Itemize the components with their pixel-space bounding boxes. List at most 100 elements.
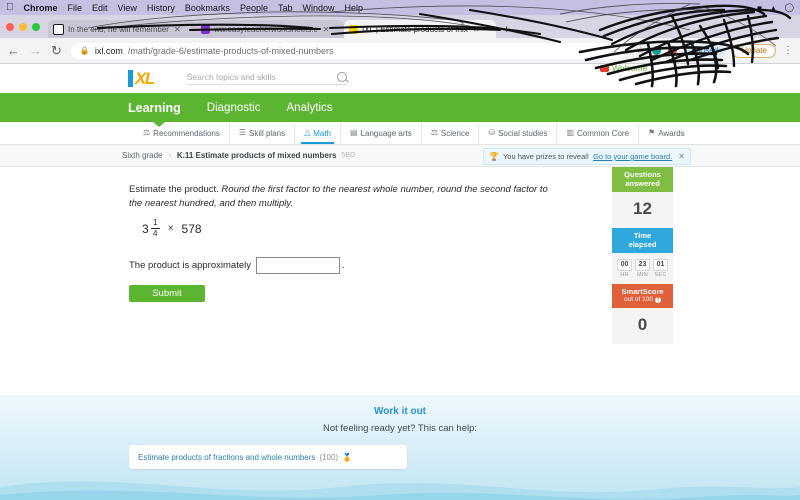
subnav-item-common-core[interactable]: ▥ Common Core bbox=[557, 122, 640, 144]
subnav-label-social-studies: Social studies bbox=[498, 128, 548, 138]
close-tab-1-icon[interactable]: ✕ bbox=[174, 25, 181, 34]
subnav-item-science[interactable]: ⚖ Science bbox=[422, 122, 480, 144]
awards-icon: ⚑ bbox=[648, 128, 656, 137]
clock-status[interactable]: ◯ bbox=[784, 2, 794, 13]
smartscore-info-icon[interactable]: ? bbox=[654, 297, 661, 304]
purple-favicon-icon bbox=[201, 24, 210, 34]
smartscore-subtitle: out of 100 bbox=[624, 296, 653, 304]
menu-item-history[interactable]: History bbox=[147, 3, 175, 13]
paused-badge[interactable]: Paused bbox=[684, 44, 726, 57]
recommendations-icon: ⚖ bbox=[143, 128, 151, 137]
subnav-item-awards[interactable]: ⚑ Awards bbox=[639, 122, 694, 144]
subnav-item-skill-plans[interactable]: ☰ Skill plans bbox=[230, 122, 296, 144]
not-ready-text: Not feeling ready yet? This can help: bbox=[322, 423, 478, 434]
screenshot-root:  Chrome File Edit View History Bookmark… bbox=[0, 0, 800, 500]
back-arrow-icon[interactable]: ← bbox=[7, 44, 20, 57]
close-tab-3-icon[interactable]: ✕ bbox=[473, 25, 480, 34]
update-button[interactable]: Update bbox=[732, 43, 776, 58]
lock-icon: 🔒 bbox=[79, 46, 90, 55]
time-elapsed-header-line2: elapsed bbox=[628, 240, 657, 250]
prize-banner: 🏆 You have prizes to reveal! Go to your … bbox=[483, 148, 691, 165]
close-tab-2-icon[interactable]: ✕ bbox=[323, 25, 330, 34]
apple-icon[interactable]:  bbox=[6, 2, 14, 13]
subnav-label-skill-plans: Skill plans bbox=[249, 128, 286, 138]
minimize-window-button[interactable] bbox=[19, 23, 27, 31]
answer-input[interactable] bbox=[255, 257, 340, 274]
answer-period: . bbox=[341, 260, 345, 271]
address-bar[interactable]: 🔒 ixl.com/math/grade-6/estimate-products… bbox=[70, 42, 628, 59]
fraction-numerator: 1 bbox=[152, 218, 158, 227]
wifi-icon[interactable]: ▲ bbox=[769, 3, 777, 13]
breadcrumb-grade[interactable]: Sixth grade bbox=[122, 151, 162, 160]
menu-item-edit[interactable]: Edit bbox=[92, 3, 108, 13]
science-icon: ⚖ bbox=[430, 128, 438, 137]
menu-item-file[interactable]: File bbox=[68, 3, 83, 13]
subnav-item-math[interactable]: △ Math bbox=[295, 122, 342, 144]
question-prompt-plain: Estimate the product. bbox=[129, 184, 219, 195]
menu-item-bookmarks[interactable]: Bookmarks bbox=[185, 3, 230, 13]
maximize-window-button[interactable] bbox=[32, 23, 40, 31]
extension-icon-1[interactable] bbox=[652, 46, 662, 55]
prize-banner-link[interactable]: Go to your game board. bbox=[593, 152, 672, 161]
questions-answered-header: Questions answered bbox=[612, 167, 673, 192]
browser-tab-3[interactable]: IXL | Estimate products of mix ✕ bbox=[344, 20, 496, 38]
window-controls[interactable] bbox=[6, 23, 48, 38]
skill-plans-icon: ☰ bbox=[238, 128, 247, 137]
new-tab-button[interactable]: + bbox=[496, 22, 517, 38]
questions-answered-header-line1: Questions bbox=[624, 170, 661, 179]
clock-hours-value: 00 bbox=[617, 258, 632, 271]
bookmark-star-icon[interactable]: ☆ bbox=[636, 45, 645, 56]
browser-tab-1-title: In the end, he will remember bbox=[68, 24, 169, 34]
prize-banner-text: You have prizes to reveal! bbox=[502, 152, 589, 161]
browser-tab-1[interactable]: In the end, he will remember ✕ bbox=[48, 20, 196, 38]
language-arts-icon: ▤ bbox=[350, 128, 358, 137]
common-core-icon: ▥ bbox=[566, 128, 574, 137]
menu-item-chrome[interactable]: Chrome bbox=[24, 3, 58, 13]
menu-item-view[interactable]: View bbox=[118, 3, 137, 13]
clock-minutes-value: 23 bbox=[635, 258, 650, 271]
nav-item-analytics[interactable]: Analytics bbox=[287, 102, 333, 114]
questions-answered-value: 12 bbox=[633, 198, 652, 218]
subnav-label-math: Math bbox=[313, 128, 332, 138]
battery-icon[interactable]: ■ bbox=[757, 3, 762, 13]
subnav-label-awards: Awards bbox=[658, 128, 685, 138]
menu-item-help[interactable]: Help bbox=[345, 3, 364, 13]
nav-item-diagnostic[interactable]: Diagnostic bbox=[207, 102, 261, 114]
document-favicon-icon bbox=[53, 23, 64, 35]
clock-hours-label: HR bbox=[620, 272, 629, 278]
close-window-button[interactable] bbox=[6, 23, 14, 31]
search-box[interactable]: Search topics and skills bbox=[186, 72, 347, 85]
clock-hours: 00 HR bbox=[617, 258, 632, 278]
macos-menu-bar:  Chrome File Edit View History Bookmark… bbox=[0, 0, 800, 15]
ixl-logo[interactable]: XL bbox=[128, 68, 155, 88]
avatar-icon bbox=[600, 64, 609, 72]
close-prize-banner-icon[interactable]: ✕ bbox=[678, 152, 685, 161]
menu-item-tab[interactable]: Tab bbox=[278, 3, 293, 13]
nav-item-learning[interactable]: Learning bbox=[128, 101, 181, 115]
search-input-placeholder[interactable]: Search topics and skills bbox=[187, 72, 276, 82]
url-path: /math/grade-6/estimate-products-of-mixed… bbox=[127, 45, 334, 56]
forward-arrow-icon[interactable]: → bbox=[29, 44, 42, 57]
kebab-menu-icon[interactable]: ⋮ bbox=[783, 45, 793, 56]
wave-decoration bbox=[0, 481, 800, 500]
stats-panel: Questions answered 12 Time elapsed 00 HR… bbox=[612, 167, 673, 344]
search-icon[interactable] bbox=[336, 72, 347, 82]
clock-minutes-label: MIN bbox=[637, 272, 648, 278]
work-it-out-link[interactable]: Work it out bbox=[0, 406, 800, 417]
breadcrumb-separator-icon: › bbox=[168, 152, 171, 159]
time-elapsed-header-line1: Time bbox=[633, 230, 652, 240]
subnav-item-social-studies[interactable]: ⛁ Social studies bbox=[479, 122, 558, 144]
extension-icon-2[interactable] bbox=[668, 46, 678, 55]
subnav-item-recommendations[interactable]: ⚖ Recommendations bbox=[134, 122, 230, 144]
work-it-out-band: Work it out Not feeling ready yet? This … bbox=[0, 395, 800, 500]
menu-item-window[interactable]: Window bbox=[302, 3, 334, 13]
menu-bar-status-icons: ■ ▲ ◯ bbox=[757, 2, 794, 13]
smartscore-header: SmartScore out of 100 ? bbox=[612, 284, 673, 308]
browser-tab-2[interactable]: ww.easyteacherworksheets.c ✕ bbox=[196, 20, 344, 38]
menu-item-people[interactable]: People bbox=[240, 3, 268, 13]
subnav-item-language-arts[interactable]: ▤ Language arts bbox=[341, 122, 422, 144]
reload-icon[interactable]: ↻ bbox=[51, 44, 62, 57]
logo-text: XL bbox=[135, 68, 155, 88]
browser-tab-2-title: ww.easyteacherworksheets.c bbox=[214, 24, 318, 34]
submit-button[interactable]: Submit bbox=[129, 285, 205, 302]
